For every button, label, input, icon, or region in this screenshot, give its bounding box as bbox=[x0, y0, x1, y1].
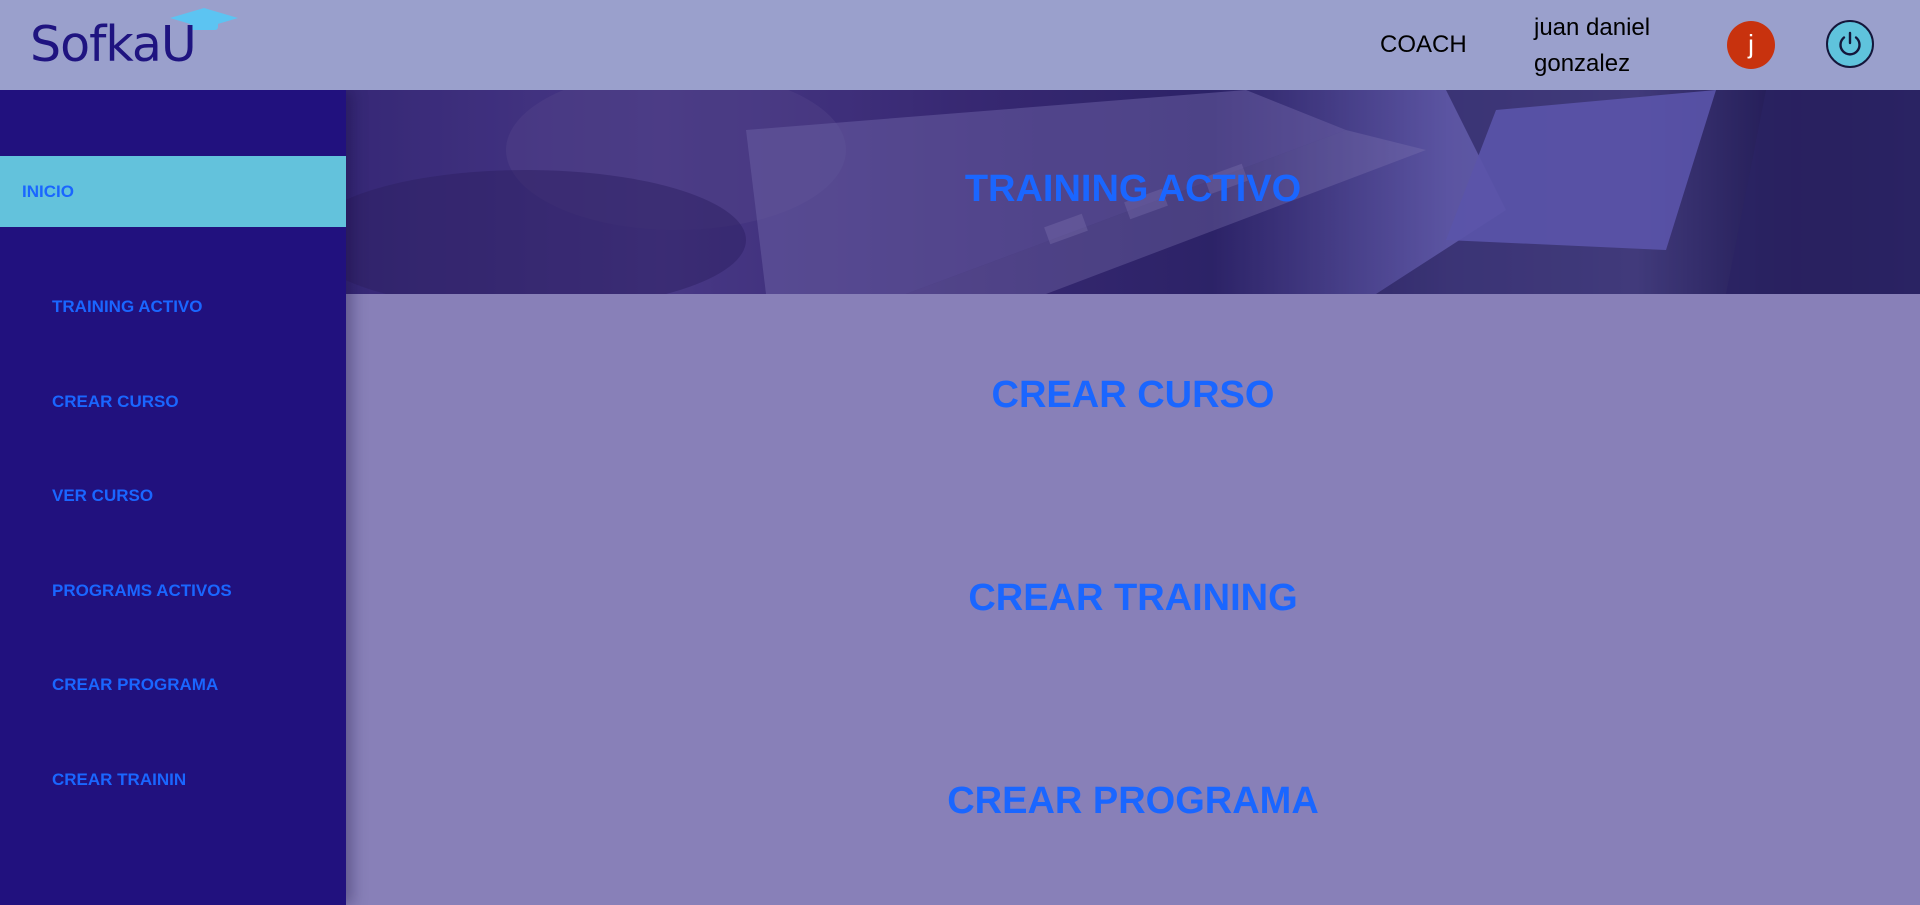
user-name: juan daniel gonzalez bbox=[1534, 14, 1651, 77]
power-icon bbox=[1839, 31, 1861, 56]
avatar[interactable]: j bbox=[1727, 21, 1775, 69]
sidebar-item-crear-trainin[interactable]: CREAR TRAININ bbox=[52, 770, 186, 790]
sidebar-item-ver-curso[interactable]: VER CURSO bbox=[52, 486, 153, 506]
main-content: TRAINING ACTIVO CREAR CURSO CREAR TRAINI… bbox=[346, 90, 1920, 905]
sidebar-item-training-activo[interactable]: TRAINING ACTIVO bbox=[52, 297, 202, 317]
sidebar-item-inicio[interactable]: INICIO bbox=[0, 156, 346, 227]
hero-title: TRAINING ACTIVO bbox=[964, 168, 1302, 210]
sidebar-item-crear-programa[interactable]: CREAR PROGRAMA bbox=[52, 675, 218, 695]
hero-banner[interactable]: TRAINING ACTIVO bbox=[346, 90, 1920, 294]
logo-text: SofkaU bbox=[30, 16, 197, 73]
crear-training-link[interactable]: CREAR TRAINING bbox=[346, 577, 1920, 620]
sofkau-logo[interactable]: SofkaU bbox=[30, 6, 240, 76]
user-role: COACH bbox=[1380, 31, 1467, 58]
logout-button[interactable] bbox=[1826, 20, 1874, 68]
sidebar-item-label: INICIO bbox=[22, 182, 74, 201]
sidebar: INICIO TRAINING ACTIVO CREAR CURSO VER C… bbox=[0, 90, 346, 905]
crear-programa-link[interactable]: CREAR PROGRAMA bbox=[346, 780, 1920, 823]
top-header: SofkaU COACH juan daniel gonzalez j bbox=[0, 0, 1920, 90]
sidebar-item-crear-curso[interactable]: CREAR CURSO bbox=[52, 392, 179, 412]
crear-curso-link[interactable]: CREAR CURSO bbox=[346, 374, 1920, 417]
sidebar-item-programs-activos[interactable]: PROGRAMS ACTIVOS bbox=[52, 581, 232, 601]
